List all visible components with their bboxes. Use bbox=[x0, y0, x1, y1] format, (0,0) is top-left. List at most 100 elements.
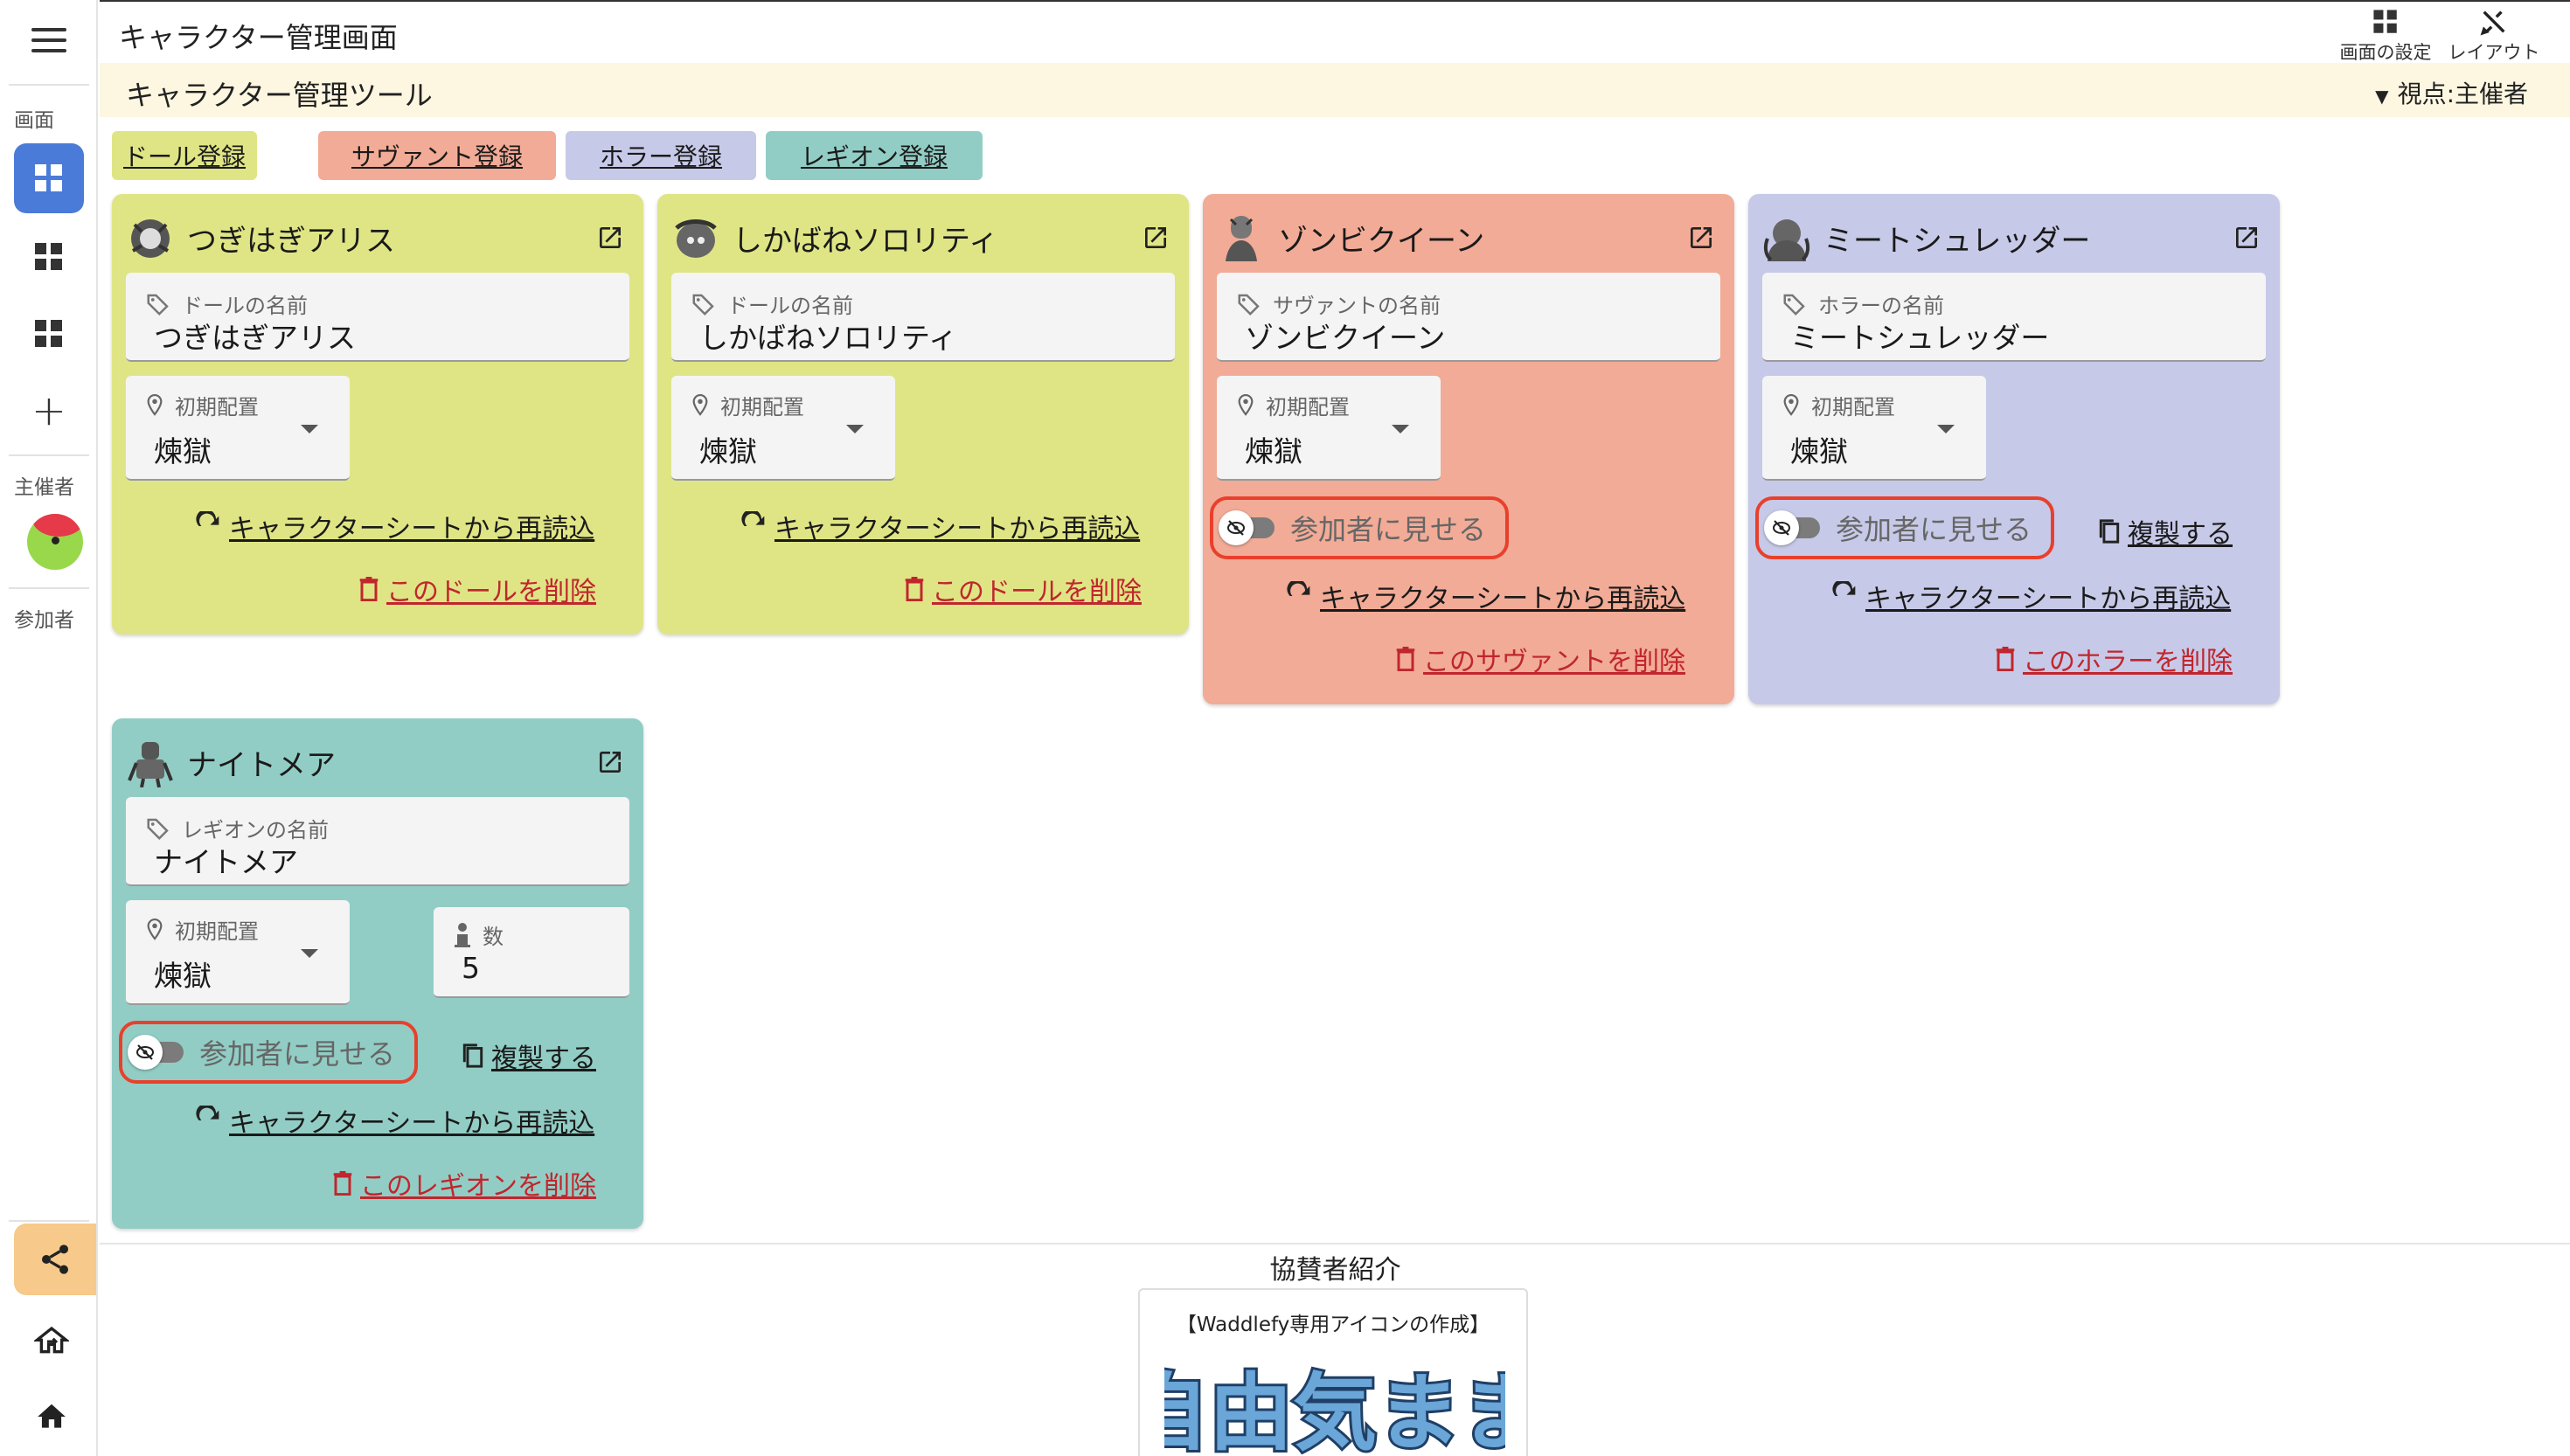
exit-home-icon bbox=[34, 1326, 69, 1354]
refresh-icon bbox=[1287, 581, 1310, 596]
screen-2-button[interactable] bbox=[14, 222, 84, 292]
add-screen-button[interactable]: + bbox=[14, 376, 84, 446]
refresh-icon bbox=[741, 511, 765, 526]
triangle-down-icon: ▼ bbox=[2375, 86, 2389, 107]
character-card: つぎはぎアリス ドールの名前 つぎはぎアリス 初期配置 煉獄 キャラクターシート… bbox=[112, 194, 643, 634]
visibility-switch[interactable] bbox=[128, 1035, 184, 1070]
rail-section-host: 主催者 bbox=[14, 476, 74, 499]
initial-position-select[interactable]: 初期配置 煉獄 bbox=[126, 376, 350, 481]
reload-from-sheet-link[interactable]: キャラクターシートから再読込 bbox=[740, 507, 1140, 545]
name-field[interactable]: ホラーの名前 ミートシュレッダー bbox=[1762, 273, 2266, 362]
open-in-new-button[interactable] bbox=[593, 745, 628, 780]
duplicate-link[interactable]: 複製する bbox=[2096, 512, 2233, 551]
share-button[interactable] bbox=[14, 1224, 96, 1295]
initial-position-value: 煉獄 bbox=[154, 434, 212, 468]
open-in-new-button[interactable] bbox=[593, 220, 628, 255]
visibility-switch[interactable] bbox=[1219, 510, 1275, 545]
initial-position-select[interactable]: 初期配置 煉獄 bbox=[1217, 376, 1441, 481]
character-portrait-icon bbox=[1763, 219, 1810, 261]
show-to-participants-toggle[interactable]: 参加者に見せる bbox=[1755, 496, 2054, 559]
character-portrait-icon bbox=[128, 742, 173, 787]
initial-position-select[interactable]: 初期配置 煉獄 bbox=[1762, 376, 1986, 481]
register-servant-button[interactable]: サヴァント登録 bbox=[318, 131, 556, 180]
open-in-new-button[interactable] bbox=[1138, 220, 1173, 255]
host-avatar[interactable] bbox=[27, 514, 83, 570]
initial-position-select[interactable]: 初期配置 煉獄 bbox=[671, 376, 895, 481]
character-name: しかばねソロリティ bbox=[733, 223, 998, 259]
duplicate-label: 複製する bbox=[2128, 519, 2233, 550]
delete-label: このドールを削除 bbox=[386, 577, 596, 607]
screen-3-button[interactable] bbox=[14, 299, 84, 369]
show-to-participants-toggle[interactable]: 参加者に見せる bbox=[119, 1021, 418, 1084]
delete-character-link[interactable]: このドールを削除 bbox=[357, 570, 596, 608]
screen-1-button[interactable] bbox=[14, 143, 84, 213]
reload-from-sheet-link[interactable]: キャラクターシートから再読込 bbox=[194, 507, 594, 545]
chevron-down-icon bbox=[301, 949, 318, 958]
top-bar: キャラクター管理画面 画面の設定 レイアウト bbox=[100, 0, 2570, 63]
location-pin-icon bbox=[692, 393, 708, 416]
location-pin-icon bbox=[1238, 393, 1254, 416]
name-field[interactable]: ドールの名前 しかばねソロリティ bbox=[671, 273, 1175, 362]
duplicate-label: 複製する bbox=[491, 1043, 596, 1074]
refresh-icon bbox=[1832, 581, 1856, 596]
hamburger-menu-icon[interactable] bbox=[26, 21, 72, 59]
delete-character-link[interactable]: このドールを削除 bbox=[902, 570, 1142, 608]
initial-position-value: 煉獄 bbox=[1790, 434, 1848, 468]
layout-label: レイアウト bbox=[2448, 42, 2540, 63]
sponsor-caption: 【Waddlefy専用アイコンの作成】 bbox=[1176, 1314, 1490, 1336]
sponsor-card[interactable]: 【Waddlefy専用アイコンの作成】 自由気まま bbox=[1138, 1288, 1528, 1456]
person-icon bbox=[455, 922, 470, 947]
name-field[interactable]: サヴァントの名前 ゾンビクイーン bbox=[1217, 273, 1720, 362]
delete-character-link[interactable]: このサヴァントを削除 bbox=[1393, 640, 1685, 678]
reload-label: キャラクターシートから再読込 bbox=[1320, 584, 1686, 614]
footer-divider bbox=[100, 1243, 2570, 1245]
delete-character-link[interactable]: このホラーを削除 bbox=[1993, 640, 2233, 678]
duplicate-link[interactable]: 複製する bbox=[460, 1037, 596, 1075]
chevron-down-icon bbox=[1937, 425, 1955, 433]
card-header: しかばねソロリティ bbox=[671, 211, 1173, 264]
viewpoint-selector[interactable]: ▼ 視点:主催者 bbox=[2375, 75, 2528, 110]
visibility-label: 参加者に見せる bbox=[199, 1037, 396, 1071]
initial-position-label: 初期配置 bbox=[175, 395, 259, 419]
rail-section-participant: 参加者 bbox=[14, 609, 74, 632]
left-rail: 画面 + 主催者 参加者 bbox=[0, 0, 98, 1456]
copy-icon bbox=[2099, 519, 2120, 544]
open-in-new-button[interactable] bbox=[1684, 220, 1719, 255]
rail-divider bbox=[9, 1220, 89, 1222]
count-field[interactable]: 数 5 bbox=[434, 907, 629, 998]
home-button[interactable] bbox=[31, 1397, 72, 1437]
visibility-switch[interactable] bbox=[1764, 510, 1820, 545]
open-in-new-icon bbox=[600, 227, 621, 248]
viewpoint-label: 視点:主催者 bbox=[2397, 80, 2528, 108]
eye-off-icon bbox=[1773, 520, 1790, 536]
name-field-value: ナイトメア bbox=[154, 845, 298, 879]
name-field[interactable]: ドールの名前 つぎはぎアリス bbox=[126, 273, 629, 362]
name-field[interactable]: レギオンの名前 ナイトメア bbox=[126, 797, 629, 886]
reload-label: キャラクターシートから再読込 bbox=[229, 1108, 595, 1139]
register-horror-button[interactable]: ホラー登録 bbox=[566, 131, 756, 180]
card-header: つぎはぎアリス bbox=[126, 211, 628, 264]
initial-position-select[interactable]: 初期配置 煉獄 bbox=[126, 900, 350, 1005]
register-doll-button[interactable]: ドール登録 bbox=[112, 131, 257, 180]
tool-header: キャラクター管理ツール ▼ 視点:主催者 bbox=[100, 63, 2570, 117]
tag-icon bbox=[692, 294, 714, 315]
delete-character-link[interactable]: このレギオンを削除 bbox=[330, 1164, 596, 1203]
open-in-new-button[interactable] bbox=[2229, 220, 2264, 255]
show-to-participants-toggle[interactable]: 参加者に見せる bbox=[1210, 496, 1509, 559]
refresh-icon bbox=[196, 1106, 219, 1120]
initial-position-label: 初期配置 bbox=[1811, 395, 1895, 419]
screen-settings-button[interactable]: 画面の設定 bbox=[2337, 5, 2434, 65]
exit-home-button[interactable] bbox=[31, 1321, 72, 1362]
initial-position-value: 煉獄 bbox=[1245, 434, 1302, 468]
eye-off-icon bbox=[136, 1044, 154, 1060]
reload-from-sheet-link[interactable]: キャラクターシートから再読込 bbox=[1830, 577, 2231, 615]
register-legion-button[interactable]: レギオン登録 bbox=[766, 131, 983, 180]
name-field-value: ゾンビクイーン bbox=[1245, 321, 1446, 355]
reload-from-sheet-link[interactable]: キャラクターシートから再読込 bbox=[1285, 577, 1685, 615]
layout-button[interactable]: レイアウト bbox=[2446, 5, 2542, 65]
location-pin-icon bbox=[1783, 393, 1799, 416]
eye-off-icon bbox=[1227, 520, 1245, 536]
reload-from-sheet-link[interactable]: キャラクターシートから再読込 bbox=[194, 1101, 594, 1140]
card-header: ナイトメア bbox=[126, 736, 628, 788]
initial-position-value: 煉獄 bbox=[699, 434, 757, 468]
